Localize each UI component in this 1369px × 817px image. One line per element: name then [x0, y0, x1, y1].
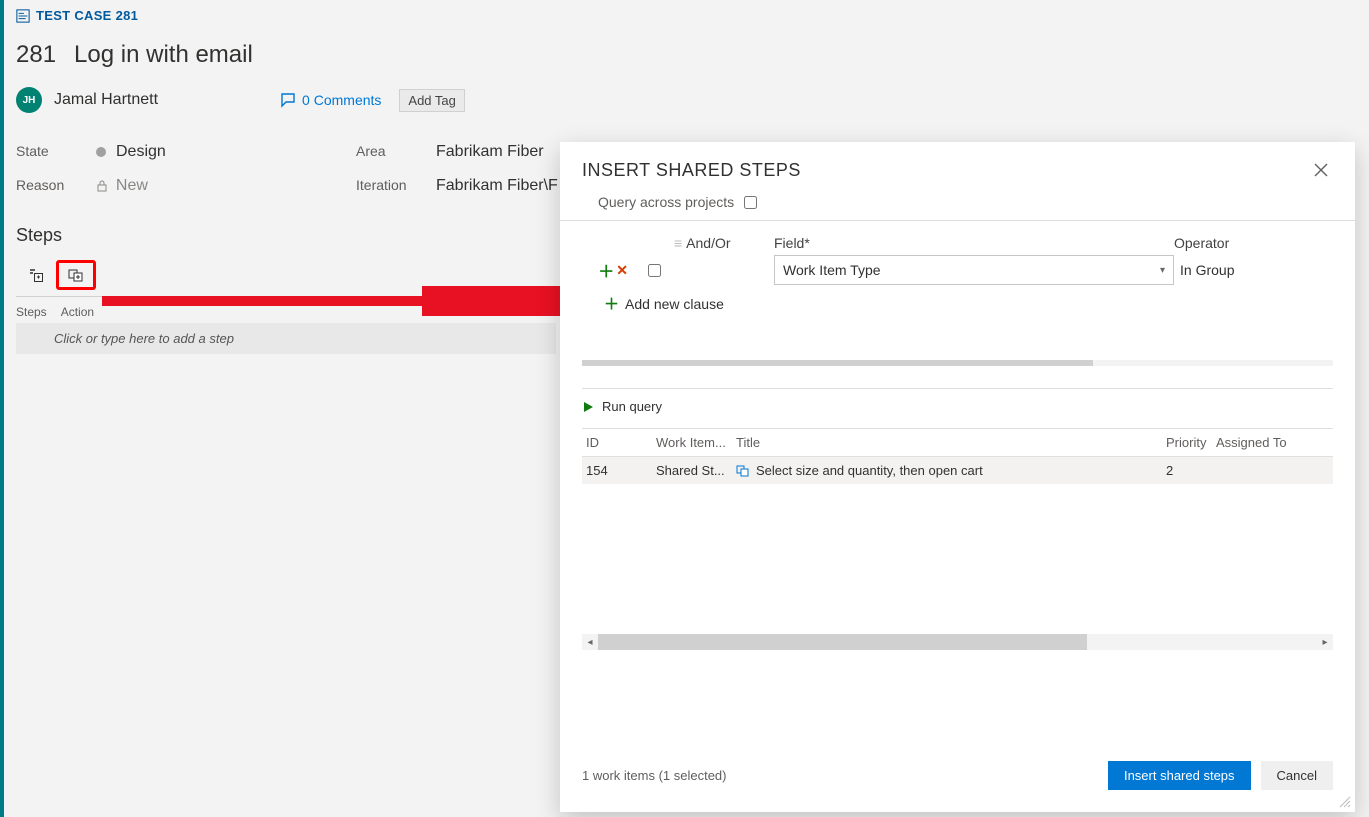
run-query-label: Run query: [602, 399, 662, 414]
query-across-checkbox[interactable]: [744, 196, 757, 209]
add-step-icon: [28, 267, 44, 283]
add-tag-button[interactable]: Add Tag: [399, 89, 464, 112]
test-case-icon: [16, 9, 30, 23]
insert-shared-steps-dialog: INSERT SHARED STEPS Query across project…: [560, 142, 1355, 812]
comments-label: 0 Comments: [302, 92, 381, 108]
remove-clause-button[interactable]: ✕: [616, 262, 628, 279]
dialog-title: INSERT SHARED STEPS: [582, 160, 801, 181]
results-row[interactable]: 154 Shared St... Select size and quantit…: [582, 457, 1333, 484]
gripper-icon: ≡: [674, 235, 682, 251]
col-operator: Operator: [1174, 231, 1334, 255]
state-label: State: [16, 143, 96, 161]
breadcrumb: TEST CASE 281: [16, 8, 1369, 23]
operator-value[interactable]: In Group: [1174, 262, 1334, 278]
query-across-label: Query across projects: [598, 194, 734, 210]
query-scrollbar[interactable]: [582, 360, 1333, 366]
add-clause-label: Add new clause: [625, 296, 724, 312]
shared-steps-icon: [736, 464, 750, 478]
col-andor: ≡And/Or: [674, 231, 774, 255]
area-label: Area: [356, 143, 436, 161]
iteration-label: Iteration: [356, 177, 436, 195]
insert-shared-steps-icon: [68, 267, 84, 283]
col-assigned: Assigned To: [1216, 435, 1316, 450]
selection-info: 1 work items (1 selected): [582, 768, 727, 783]
field-select-value: Work Item Type: [783, 262, 881, 278]
row-wit: Shared St...: [656, 463, 736, 478]
state-dot-icon: [96, 147, 106, 157]
scroll-right-icon[interactable]: ▸: [1317, 637, 1333, 648]
run-query-button[interactable]: Run query: [560, 389, 1355, 424]
field-select[interactable]: Work Item Type ▾: [774, 255, 1174, 285]
col-wit: Work Item...: [656, 435, 736, 450]
add-step-button[interactable]: [16, 260, 56, 290]
clause-checkbox[interactable]: [648, 264, 661, 277]
owner-name[interactable]: Jamal Hartnett: [54, 91, 158, 109]
work-item-title[interactable]: Log in with email: [74, 41, 253, 69]
add-clause-inline-button[interactable]: ＋: [598, 258, 614, 282]
add-new-clause-button[interactable]: ＋ Add new clause: [560, 285, 1355, 314]
work-item-id: 281: [16, 41, 56, 69]
close-icon: [1314, 163, 1328, 177]
results-scrollbar[interactable]: ◂ ▸: [582, 634, 1333, 650]
step-placeholder[interactable]: Click or type here to add a step: [16, 323, 556, 354]
col-title: Title: [736, 435, 1166, 450]
scroll-left-icon[interactable]: ◂: [582, 637, 598, 648]
state-value[interactable]: Design: [96, 143, 356, 161]
col-steps: Steps: [16, 305, 47, 319]
reason-value[interactable]: New: [96, 177, 356, 195]
annotation-arrow: [102, 286, 582, 316]
col-action: Action: [61, 305, 94, 319]
comments-link[interactable]: 0 Comments: [280, 92, 381, 108]
row-priority: 2: [1166, 463, 1216, 478]
comment-icon: [280, 92, 296, 108]
col-field: Field*: [774, 231, 1174, 255]
breadcrumb-label: TEST CASE 281: [36, 8, 138, 23]
close-button[interactable]: [1309, 158, 1333, 182]
avatar[interactable]: JH: [16, 87, 42, 113]
lock-icon: [96, 180, 108, 192]
insert-shared-steps-button[interactable]: [56, 260, 96, 290]
chevron-down-icon: ▾: [1160, 265, 1165, 276]
cancel-button[interactable]: Cancel: [1261, 761, 1333, 790]
play-icon: [582, 401, 594, 413]
col-id: ID: [586, 435, 656, 450]
col-priority: Priority: [1166, 435, 1216, 450]
resize-grip-icon[interactable]: [1339, 796, 1351, 808]
insert-shared-steps-confirm-button[interactable]: Insert shared steps: [1108, 761, 1251, 790]
plus-icon: ＋: [604, 293, 619, 314]
results-header: ID Work Item... Title Priority Assigned …: [582, 429, 1333, 457]
reason-label: Reason: [16, 177, 96, 195]
row-id: 154: [586, 463, 656, 478]
row-title: Select size and quantity, then open cart: [756, 463, 983, 478]
